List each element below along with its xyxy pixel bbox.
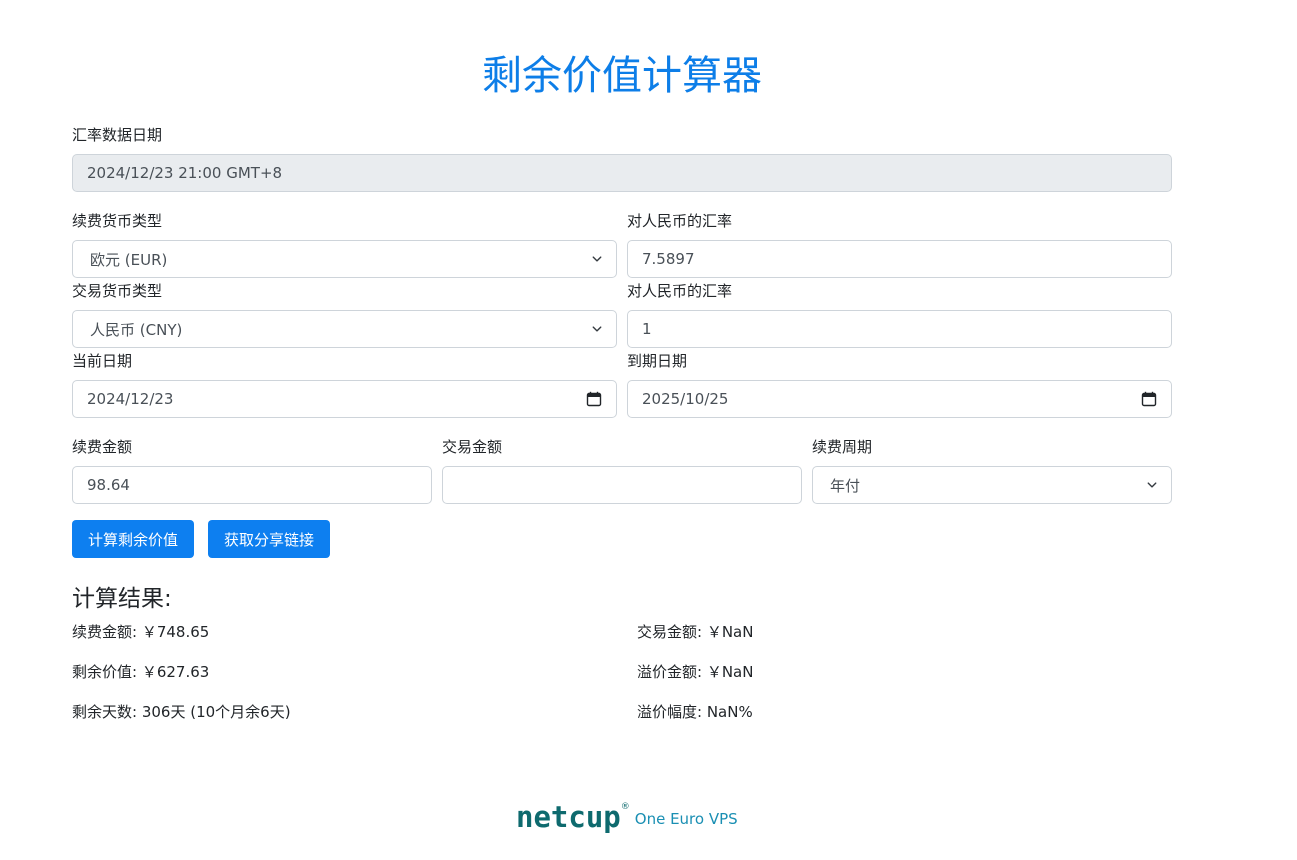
result-trade-amount: 交易金额: ￥NaN xyxy=(637,623,754,641)
renew-amount-value: 98.64 xyxy=(87,476,130,494)
footer-brand[interactable]: netcup ® One Euro VPS xyxy=(516,800,738,834)
rate-date-label: 汇率数据日期 xyxy=(72,126,163,144)
chevron-down-icon xyxy=(1147,482,1157,488)
registered-mark: ® xyxy=(620,802,630,812)
current-date-value: 2024/12/23 xyxy=(87,390,174,408)
expire-date-input[interactable]: 2025/10/25 xyxy=(627,380,1172,418)
trade-rate-value: 1 xyxy=(642,320,652,338)
calendar-icon[interactable] xyxy=(1141,391,1157,407)
trade-amount-input[interactable] xyxy=(442,466,802,504)
renew-currency-label: 续费货币类型 xyxy=(72,212,163,230)
renew-period-label: 续费周期 xyxy=(812,438,873,456)
current-date-input[interactable]: 2024/12/23 xyxy=(72,380,617,418)
renew-currency-select[interactable]: 欧元 (EUR) xyxy=(72,240,617,278)
trade-rate-input[interactable]: 1 xyxy=(627,310,1172,348)
renew-rate-value: 7.5897 xyxy=(642,250,695,268)
renew-period-select[interactable]: 年付 xyxy=(812,466,1172,504)
chevron-down-icon xyxy=(592,326,602,332)
renew-amount-input[interactable]: 98.64 xyxy=(72,466,432,504)
expire-date-value: 2025/10/25 xyxy=(642,390,729,408)
trade-amount-label: 交易金额 xyxy=(442,438,503,456)
calculate-button[interactable]: 计算剩余价值 xyxy=(72,520,194,558)
results-title: 计算结果: xyxy=(72,586,172,612)
result-remaining-value: 剩余价值: ￥627.63 xyxy=(72,663,210,681)
share-link-button[interactable]: 获取分享链接 xyxy=(208,520,330,558)
trade-currency-value: 人民币 (CNY) xyxy=(90,320,183,339)
renew-amount-label: 续费金额 xyxy=(72,438,133,456)
renew-currency-value: 欧元 (EUR) xyxy=(90,250,168,269)
trade-currency-select[interactable]: 人民币 (CNY) xyxy=(72,310,617,348)
renew-rate-input[interactable]: 7.5897 xyxy=(627,240,1172,278)
renew-period-value: 年付 xyxy=(830,476,861,495)
current-date-label: 当前日期 xyxy=(72,352,133,370)
rate-date-field: 2024/12/23 21:00 GMT+8 xyxy=(72,154,1172,192)
result-premium-rate: 溢价幅度: NaN% xyxy=(637,703,753,721)
result-premium-amount: 溢价金额: ￥NaN xyxy=(637,663,754,681)
trade-rate-label: 对人民币的汇率 xyxy=(627,282,733,300)
chevron-down-icon xyxy=(592,256,602,262)
netcup-logo: netcup xyxy=(516,800,621,834)
footer-tagline: One Euro VPS xyxy=(634,810,738,828)
result-renew-amount: 续费金额: ￥748.65 xyxy=(72,623,210,641)
page-title: 剩余价值计算器 xyxy=(482,53,762,99)
result-remaining-days: 剩余天数: 306天 (10个月余6天) xyxy=(72,703,291,721)
rate-date-value: 2024/12/23 21:00 GMT+8 xyxy=(87,164,283,182)
expire-date-label: 到期日期 xyxy=(627,352,688,370)
calendar-icon[interactable] xyxy=(586,391,602,407)
renew-rate-label: 对人民币的汇率 xyxy=(627,212,733,230)
trade-currency-label: 交易货币类型 xyxy=(72,282,163,300)
